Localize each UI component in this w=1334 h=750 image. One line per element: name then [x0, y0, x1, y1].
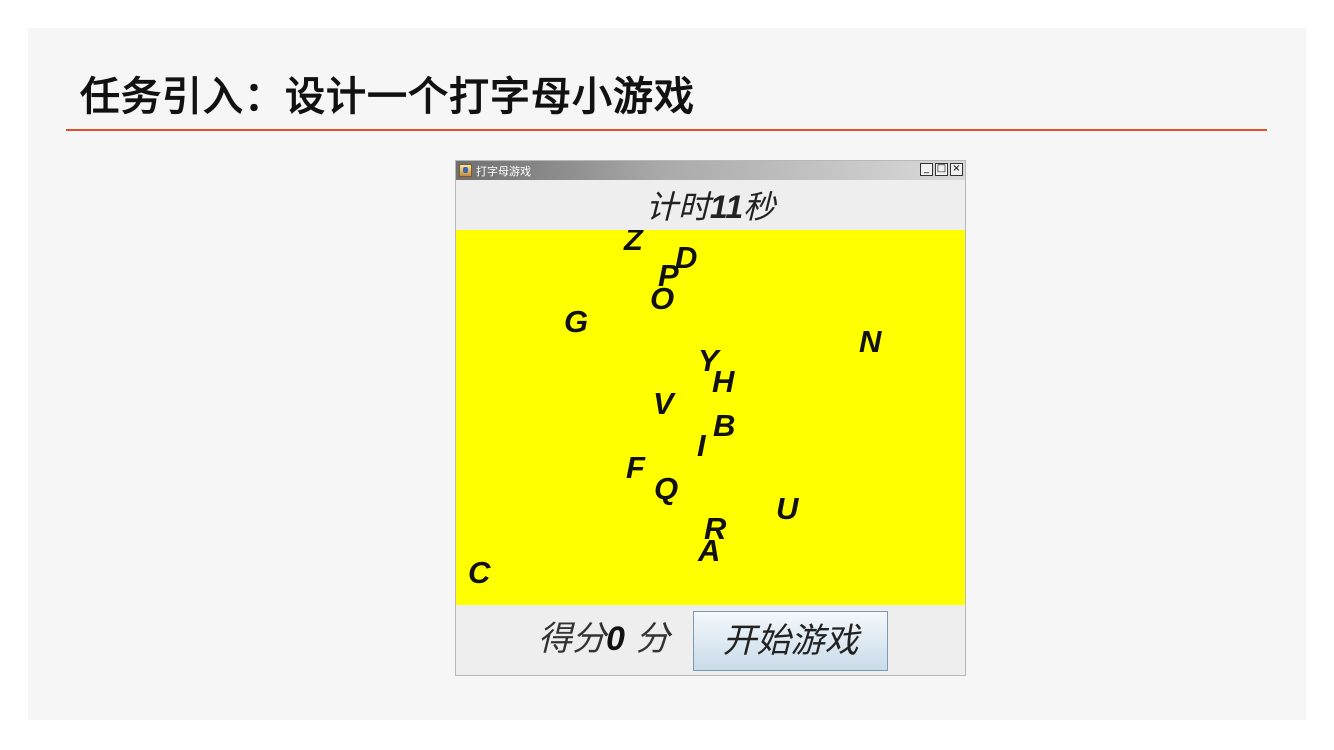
score-value: 0: [606, 620, 625, 658]
falling-letter: I: [697, 428, 706, 463]
timer-suffix: 秒: [743, 188, 776, 226]
score-prefix: 得分: [538, 619, 606, 659]
title-divider: [66, 129, 1267, 131]
falling-letter: F: [626, 450, 645, 485]
falling-letter: Z: [624, 230, 643, 257]
game-field: Z D P O G N Y H V B I F Q U R A C: [456, 230, 965, 605]
timer-value: 11: [709, 189, 744, 225]
score-label: 得分0 分: [538, 619, 670, 659]
window-controls: _ □ ×: [918, 163, 963, 176]
window-titlebar[interactable]: 打字母游戏 _ □ ×: [456, 161, 965, 180]
falling-letter: V: [653, 386, 674, 421]
falling-letter: B: [713, 408, 736, 443]
falling-letter: A: [698, 533, 721, 568]
minimize-button[interactable]: _: [920, 163, 933, 176]
start-game-button[interactable]: 开始游戏: [693, 611, 888, 671]
falling-letter: U: [776, 491, 799, 526]
java-app-icon: [459, 164, 472, 177]
slide-title: 任务引入：设计一个打字母小游戏: [80, 74, 695, 120]
game-window: 打字母游戏 _ □ × 计时11秒 Z D P O G N Y H V B I …: [455, 160, 966, 676]
timer-prefix: 计时: [645, 188, 710, 226]
falling-letter: Q: [654, 471, 679, 506]
close-button[interactable]: ×: [950, 163, 963, 176]
window-title: 打字母游戏: [476, 165, 531, 178]
maximize-button[interactable]: □: [935, 163, 948, 176]
timer-label: 计时11秒: [456, 180, 965, 230]
control-bar: 得分0 分 开始游戏: [456, 605, 965, 677]
falling-letter: G: [564, 304, 589, 339]
score-suffix: 分: [624, 619, 670, 659]
slide: 任务引入：设计一个打字母小游戏 打字母游戏 _ □ × 计时11秒 Z D P …: [28, 28, 1306, 720]
falling-letter: H: [712, 364, 735, 399]
falling-letter: O: [650, 281, 675, 316]
falling-letter: N: [859, 324, 882, 359]
falling-letter: C: [468, 555, 491, 590]
